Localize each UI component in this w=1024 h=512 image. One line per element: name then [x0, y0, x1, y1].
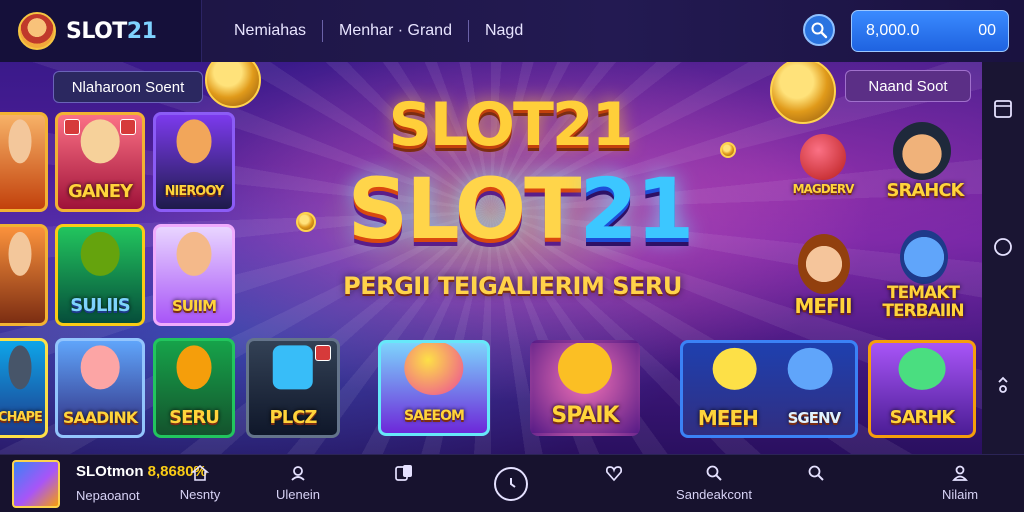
brand-logo-icon	[18, 12, 56, 50]
banner-title-1: SLOT21	[388, 90, 634, 160]
history-button[interactable]	[494, 467, 528, 501]
bottom-nav-5[interactable]: Sandeakcont	[672, 463, 756, 502]
game-card[interactable]	[0, 112, 48, 212]
search-button[interactable]	[803, 14, 835, 46]
user-icon	[291, 466, 305, 481]
bottom-nav-2[interactable]: Ulenein	[258, 463, 338, 502]
bottom-nav-4[interactable]	[574, 463, 654, 487]
game-card[interactable]: SUIIM	[153, 224, 235, 326]
character-icon	[798, 234, 850, 294]
nav-item-3[interactable]: Nagd	[469, 20, 539, 42]
game-label[interactable]: MEFII	[790, 294, 856, 318]
cat-icon	[557, 343, 613, 395]
cards-icon	[395, 465, 412, 481]
game-card[interactable]: PLCZ	[246, 338, 340, 438]
brand-name: SLOT21	[66, 18, 157, 44]
game-card[interactable]	[0, 224, 48, 326]
search-icon	[808, 465, 824, 481]
bottom-nav-1[interactable]: Nesnty	[160, 463, 240, 502]
character-icon	[893, 122, 951, 180]
character-icon	[8, 119, 32, 163]
character-icon	[272, 345, 314, 389]
balance-button[interactable]: 8,000.0 00	[851, 10, 1009, 52]
balance-amount: 8,000.0	[866, 22, 920, 39]
bottom-nav-6[interactable]	[776, 463, 856, 487]
game-card[interactable]: NIEROOY	[153, 112, 235, 212]
now-playing-subtitle: Nepaoanot	[76, 488, 140, 503]
emoji-icon	[404, 343, 464, 396]
search-icon	[811, 22, 828, 39]
coin-icon	[720, 142, 736, 158]
hero-banner: Nlaharoon Soent Naand Soot SLOT21 SLOT21…	[0, 62, 982, 454]
tag-right[interactable]: Naand Soot	[845, 70, 971, 102]
game-card[interactable]: MEEH SGENV	[680, 340, 858, 438]
character-icon	[8, 231, 32, 276]
character-icon	[176, 119, 212, 163]
game-label[interactable]: SRAHCK	[880, 180, 970, 201]
character-icon	[176, 231, 212, 276]
banner-subtitle: PERGII TEIGALIERIM SERU	[343, 272, 682, 300]
nav-item-1[interactable]: Nemiahas	[218, 20, 324, 42]
banner-title-2: SLOT21	[347, 160, 695, 258]
profile-icon	[952, 465, 968, 481]
window-icon[interactable]	[992, 98, 1014, 120]
bottom-bar: SLOtmon 8,8680% Nepaoanot Nesnty Ulenein…	[0, 454, 1024, 512]
search-icon	[706, 465, 722, 481]
badge-icon	[120, 119, 136, 135]
bottom-nav-3[interactable]	[364, 463, 444, 487]
game-label[interactable]: MAGDERV	[792, 182, 855, 196]
circle-icon[interactable]	[992, 236, 1014, 258]
character-icon	[900, 230, 948, 284]
game-card[interactable]: SERU	[153, 338, 235, 438]
character-icon	[176, 345, 212, 389]
game-card[interactable]: SPAIK	[530, 340, 640, 436]
tag-left[interactable]: Nlaharoon Soent	[53, 71, 203, 103]
game-label[interactable]: TEMAKT TERBAIIN	[868, 284, 978, 320]
game-card[interactable]: SAEEOM	[378, 340, 490, 436]
mic-icon[interactable]	[992, 374, 1014, 396]
character-icon	[80, 345, 120, 389]
badge-icon	[64, 119, 80, 135]
coin-icon	[296, 212, 316, 232]
card-labels: MEEH SGENV	[697, 406, 841, 430]
game-card[interactable]: SULIIS	[55, 224, 145, 326]
game-card[interactable]: CHAPE	[0, 338, 48, 438]
bottom-nav-7[interactable]: Nilaim	[920, 463, 1000, 502]
character-icon	[8, 345, 32, 389]
badge-icon	[315, 345, 331, 361]
game-card[interactable]: SARHK	[868, 340, 976, 438]
right-rail	[982, 62, 1024, 454]
game-card[interactable]: GANEY	[55, 112, 145, 212]
emoji-icon	[787, 347, 833, 390]
nav-item-2[interactable]: Menhar · Grand	[323, 20, 469, 42]
balance-currency: 00	[978, 22, 996, 39]
heart-icon	[605, 466, 623, 482]
devil-emoji-icon	[800, 134, 846, 180]
emoji-icon	[712, 347, 757, 390]
character-icon	[80, 119, 120, 163]
now-playing-thumbnail[interactable]	[12, 460, 60, 508]
brand[interactable]: SLOT21	[0, 0, 202, 62]
home-icon	[190, 464, 210, 481]
character-icon	[80, 231, 120, 276]
clock-icon	[510, 478, 516, 488]
main-nav: Nemiahas Menhar · Grand Nagd	[218, 0, 539, 62]
game-card[interactable]: SAADINK	[55, 338, 145, 438]
character-icon	[898, 347, 946, 390]
